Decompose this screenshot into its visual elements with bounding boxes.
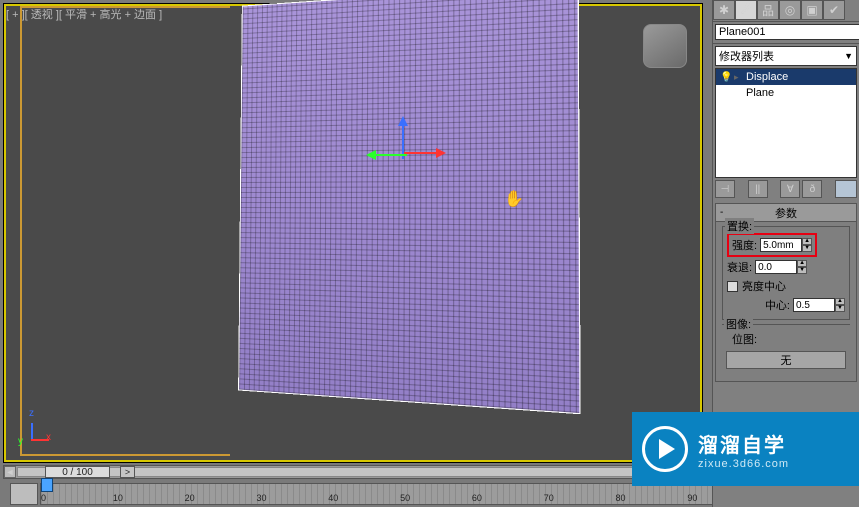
configure-sets-button[interactable] [835, 180, 857, 198]
decay-label: 衰退: [727, 259, 752, 275]
bitmap-label: 位图: [732, 331, 846, 347]
stack-item-displace[interactable]: 💡 ▸ Displace [716, 69, 856, 85]
modifier-stack[interactable]: 💡 ▸ Displace Plane [715, 68, 857, 178]
watermark-overlay: 溜溜自学 zixue.3d66.com [632, 412, 859, 486]
spinner-down-icon[interactable]: ▼ [802, 245, 812, 252]
modifier-stack-toolbar: ⊣ || ∀ ð [715, 180, 857, 200]
group-displacement: 置换: 强度: ▲▼ 衰退: ▲▼ [722, 226, 850, 320]
spinner-up-icon[interactable]: ▲ [802, 238, 812, 245]
center-label: 中心: [765, 297, 790, 313]
strength-spinner[interactable]: ▲▼ [760, 238, 812, 252]
group-label: 图像: [724, 316, 753, 332]
luminance-center-checkbox[interactable]: 亮度中心 [727, 278, 845, 294]
center-spinner[interactable]: ▲▼ [793, 298, 845, 312]
plane-object[interactable] [238, 0, 581, 414]
tick-label: 50 [400, 493, 410, 503]
frame-go-button[interactable]: > [120, 466, 135, 478]
tab-display[interactable]: ▣ [801, 0, 823, 20]
watermark-text: 溜溜自学 [698, 429, 789, 458]
rollout-title: 参数 [775, 205, 797, 221]
checkbox-icon[interactable] [727, 281, 738, 292]
param-row-center: 中心: ▲▼ [727, 297, 845, 313]
luminance-center-label: 亮度中心 [742, 278, 786, 294]
strength-label: 强度: [732, 237, 757, 253]
stack-item-plane[interactable]: Plane [716, 85, 856, 101]
scroll-left-icon[interactable]: ◄ [4, 466, 16, 478]
tick-label: 10 [113, 493, 123, 503]
ground-grid-edge [20, 6, 230, 456]
stack-item-label: Displace [746, 71, 788, 83]
tab-hierarchy[interactable]: 品 [757, 0, 779, 20]
spinner-down-icon[interactable]: ▼ [835, 305, 845, 312]
tab-utilities[interactable]: ✔ [823, 0, 845, 20]
tick-label: 30 [256, 493, 266, 503]
tab-modify[interactable]: ☄ [735, 0, 757, 20]
play-icon [642, 426, 688, 472]
frame-counter[interactable]: 0 / 100 [45, 466, 110, 478]
world-axis-icon: z x y [24, 414, 54, 444]
watermark-url: zixue.3d66.com [698, 458, 789, 470]
spinner-up-icon[interactable]: ▲ [797, 260, 807, 267]
command-panel-tabs: ✱ ☄ 品 ◎ ▣ ✔ [713, 0, 859, 22]
expander-icon[interactable]: ▸ [734, 72, 742, 83]
pan-cursor-icon: ✋ [504, 189, 524, 209]
viewport[interactable]: [ + ][ 透视 ][ 平滑 + 高光 + 边面 ] ✋ z x y [3, 3, 703, 463]
rollout-toggle-icon: - [720, 207, 723, 218]
tick-label: 80 [616, 493, 626, 503]
bitmap-none-button[interactable]: 无 [726, 351, 846, 369]
group-label: 置换: [725, 218, 754, 234]
visibility-bulb-icon[interactable]: 💡 [720, 72, 730, 83]
dropdown-arrow-icon: ▼ [844, 51, 853, 61]
center-input[interactable] [793, 298, 835, 312]
tick-label: 20 [185, 493, 195, 503]
remove-modifier-button[interactable]: ð [802, 180, 822, 198]
decay-spinner[interactable]: ▲▼ [755, 260, 807, 274]
param-row-decay: 衰退: ▲▼ [727, 259, 845, 275]
tick-label: 40 [328, 493, 338, 503]
group-image: 图像: 位图: 无 [722, 324, 850, 373]
spinner-up-icon[interactable]: ▲ [835, 298, 845, 305]
object-name-input[interactable] [715, 24, 859, 40]
viewcube[interactable] [643, 24, 687, 68]
time-config-button[interactable] [10, 483, 38, 505]
decay-input[interactable] [755, 260, 797, 274]
rollout-parameters: - 参数 置换: 强度: ▲▼ 衰退: [715, 203, 857, 382]
scroll-thumb[interactable] [17, 467, 677, 477]
modifier-list-label: 修改器列表 [719, 48, 774, 64]
show-end-result-button[interactable]: || [748, 180, 768, 198]
time-marker[interactable] [41, 478, 53, 492]
strength-input[interactable] [760, 238, 802, 252]
tick-label: 70 [544, 493, 554, 503]
spinner-down-icon[interactable]: ▼ [797, 267, 807, 274]
tick-label: 60 [472, 493, 482, 503]
pin-stack-button[interactable]: ⊣ [715, 180, 735, 198]
modifier-list-dropdown[interactable]: 修改器列表 ▼ [715, 46, 857, 66]
highlight-strength: 强度: ▲▼ [727, 233, 817, 257]
tab-motion[interactable]: ◎ [779, 0, 801, 20]
tick-label: 0 [41, 493, 46, 503]
tab-create[interactable]: ✱ [713, 0, 735, 20]
param-row-strength: 强度: ▲▼ [727, 233, 845, 257]
stack-item-label: Plane [746, 87, 774, 99]
make-unique-button[interactable]: ∀ [780, 180, 800, 198]
tick-label: 90 [687, 493, 697, 503]
